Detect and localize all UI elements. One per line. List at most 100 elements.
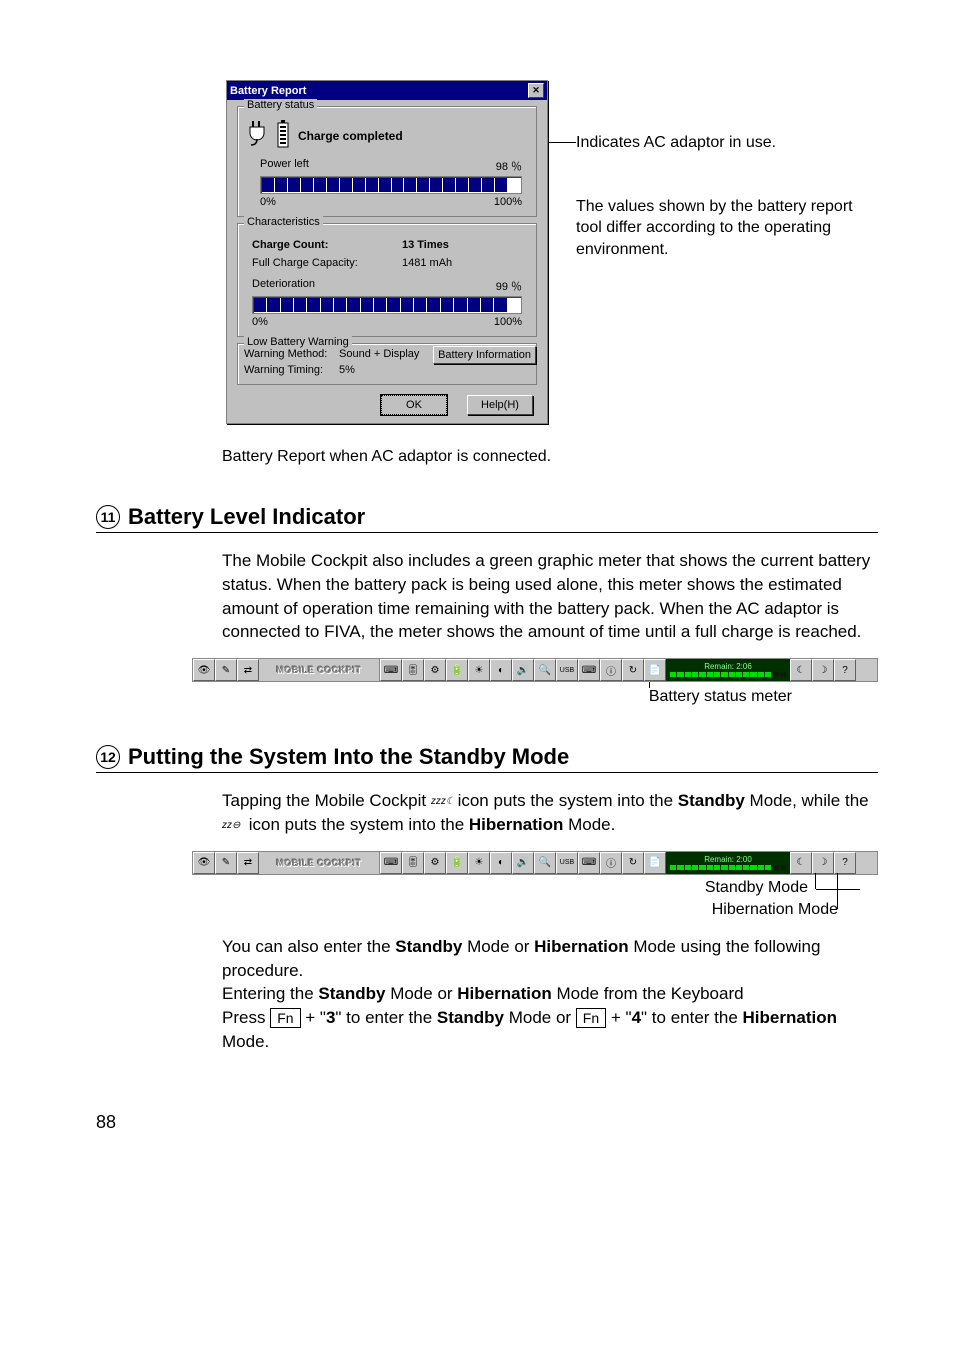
mobile-cockpit-logo: MOBILE COCKPIT — [259, 852, 380, 874]
mobile-cockpit-toolbar: 👁 ✎ ⇄ MOBILE COCKPIT ⌨ 🎚 ⚙ 🔋 ☀ ◐ 🔊 🔍 USB… — [192, 851, 878, 875]
battery-icon[interactable]: 🔋 — [446, 852, 468, 874]
values-note: The values shown by the battery report t… — [576, 196, 878, 261]
power-left-bar — [260, 176, 522, 194]
keyboard-icon[interactable]: ⌨ — [380, 852, 402, 874]
full-capacity-value: 1481 mAh — [402, 257, 452, 269]
battery-icon — [276, 119, 290, 152]
meter-label: Remain: 2:00 — [670, 856, 786, 864]
section-12-heading: 12 Putting the System Into the Standby M… — [96, 744, 878, 773]
pen-icon[interactable]: ✎ — [215, 852, 237, 874]
range-min: 0% — [260, 196, 276, 208]
deterioration-label: Deterioration — [252, 278, 315, 294]
section-12-p1: Tapping the Mobile Cockpit zzz☾ icon put… — [222, 789, 878, 837]
charge-count-value: 13 Times — [402, 239, 449, 251]
keypad-icon[interactable]: ⌨ — [578, 659, 600, 681]
swap-icon[interactable]: ⇄ — [237, 852, 259, 874]
rotate-icon[interactable]: ↻ — [622, 659, 644, 681]
fn-key: Fn — [576, 1008, 606, 1028]
slider-icon[interactable]: 🎚 — [402, 852, 424, 874]
eye-icon[interactable]: 👁 — [193, 852, 215, 874]
keyboard-icon[interactable]: ⌨ — [380, 659, 402, 681]
warning-method-label: Warning Method: — [244, 348, 339, 360]
info-icon[interactable]: ⓘ — [600, 659, 622, 681]
section-11-heading: 11 Battery Level Indicator — [96, 504, 878, 533]
characteristics-group: Characteristics Charge Count: 13 Times F… — [237, 223, 537, 337]
fn-key: Fn — [270, 1008, 300, 1028]
usb-icon[interactable]: USB — [556, 659, 578, 681]
circled-number-icon: 11 — [96, 505, 120, 529]
brightness-icon[interactable]: ☀ — [468, 659, 490, 681]
close-icon[interactable]: ✕ — [528, 83, 544, 98]
contrast-icon[interactable]: ◐ — [490, 852, 512, 874]
section-title: Battery Level Indicator — [128, 504, 365, 530]
zoom-icon[interactable]: 🔍 — [534, 659, 556, 681]
volume-icon[interactable]: 🔊 — [512, 659, 534, 681]
battery-status-group: Battery status Charge completed Power le… — [237, 106, 537, 217]
hibernate-icon[interactable]: ☽ — [812, 852, 834, 874]
full-capacity-label: Full Charge Capacity: — [252, 257, 402, 269]
eye-icon[interactable]: 👁 — [193, 659, 215, 681]
charge-status-text: Charge completed — [298, 129, 528, 143]
circled-number-icon: 12 — [96, 745, 120, 769]
power-left-value: 98 ％ — [496, 158, 522, 174]
standby-inline-icon: zzz☾ — [431, 795, 453, 809]
standby-icon[interactable]: ☾ — [790, 852, 812, 874]
meter-label: Remain: 2:06 — [670, 663, 786, 671]
help-icon[interactable]: ? — [834, 659, 856, 681]
battery-report-dialog: Battery Report ✕ Battery status Charge c… — [226, 80, 548, 424]
mobile-cockpit-logo: MOBILE COCKPIT — [259, 659, 380, 681]
battery-meter-callout: Battery status meter — [96, 688, 792, 706]
gear-icon[interactable]: ⚙ — [424, 852, 446, 874]
dialog-titlebar: Battery Report ✕ — [227, 81, 547, 100]
standby-icon[interactable]: ☾ — [790, 659, 812, 681]
warning-timing-label: Warning Timing: — [244, 364, 339, 376]
range-min: 0% — [252, 316, 268, 328]
contrast-icon[interactable]: ◐ — [490, 659, 512, 681]
usb-icon[interactable]: USB — [556, 852, 578, 874]
help-icon[interactable]: ? — [834, 852, 856, 874]
hibernate-inline-icon: zz⊖ — [222, 819, 244, 833]
keypad-icon[interactable]: ⌨ — [578, 852, 600, 874]
low-battery-group: Low Battery Warning Warning Method: Soun… — [237, 343, 537, 385]
rotate-icon[interactable]: ↻ — [622, 852, 644, 874]
zoom-icon[interactable]: 🔍 — [534, 852, 556, 874]
volume-icon[interactable]: 🔊 — [512, 852, 534, 874]
deterioration-value: 99 ％ — [496, 278, 522, 294]
battery-information-button[interactable]: Battery Information — [433, 346, 536, 364]
ac-plug-icon — [246, 119, 268, 152]
ok-button[interactable]: OK — [381, 395, 447, 415]
hibernation-mode-callout: Hibernation Mode — [96, 901, 860, 919]
pen-icon[interactable]: ✎ — [215, 659, 237, 681]
help-button[interactable]: Help(H) — [467, 395, 533, 415]
figure-caption: Battery Report when AC adaptor is connec… — [222, 448, 878, 466]
swap-icon[interactable]: ⇄ — [237, 659, 259, 681]
warning-timing-value: 5% — [339, 364, 355, 376]
info-icon[interactable]: ⓘ — [600, 852, 622, 874]
group-label: Characteristics — [244, 216, 323, 228]
battery-status-meter[interactable]: Remain: 2:06 — [666, 659, 790, 681]
section-12-p2: You can also enter the Standby Mode or H… — [222, 935, 878, 1054]
battery-icon[interactable]: 🔋 — [446, 659, 468, 681]
hibernate-icon[interactable]: ☽ — [812, 659, 834, 681]
range-max: 100% — [494, 316, 522, 328]
section-11-body: The Mobile Cockpit also includes a green… — [222, 549, 878, 644]
section-title: Putting the System Into the Standby Mode — [128, 744, 569, 770]
group-label: Low Battery Warning — [244, 336, 352, 348]
ac-adaptor-note: Indicates AC adaptor in use. — [576, 132, 878, 154]
warning-method-value: Sound + Display — [339, 348, 419, 360]
page-number: 88 — [96, 1112, 878, 1133]
slider-icon[interactable]: 🎚 — [402, 659, 424, 681]
range-max: 100% — [494, 196, 522, 208]
power-left-label: Power left — [260, 158, 309, 174]
gear-icon[interactable]: ⚙ — [424, 659, 446, 681]
dialog-title-text: Battery Report — [230, 85, 306, 97]
standby-mode-callout: Standby Mode — [96, 879, 860, 897]
doc-icon[interactable]: 📄 — [644, 852, 666, 874]
charge-count-label: Charge Count: — [252, 239, 402, 251]
brightness-icon[interactable]: ☀ — [468, 852, 490, 874]
deterioration-bar — [252, 296, 522, 314]
battery-status-meter[interactable]: Remain: 2:00 — [666, 852, 790, 874]
group-label: Battery status — [244, 99, 317, 111]
mobile-cockpit-toolbar: 👁 ✎ ⇄ MOBILE COCKPIT ⌨ 🎚 ⚙ 🔋 ☀ ◐ 🔊 🔍 USB… — [192, 658, 878, 682]
doc-icon[interactable]: 📄 — [644, 659, 666, 681]
